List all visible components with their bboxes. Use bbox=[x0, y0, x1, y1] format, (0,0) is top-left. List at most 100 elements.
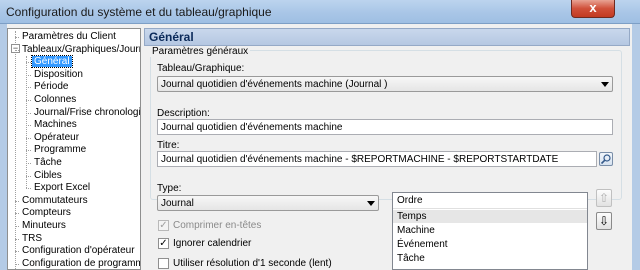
tree-item-label: Export Excel bbox=[34, 182, 91, 194]
tree-connector bbox=[26, 56, 27, 188]
arrow-down-icon: ⇩ bbox=[598, 214, 610, 228]
tree-item[interactable]: Tableaux/Graphiques/Journa bbox=[15, 43, 141, 56]
tree-item-label: Journal/Frise chronologic bbox=[34, 106, 141, 118]
tree-item-label: Programme bbox=[34, 144, 87, 156]
tree-connector bbox=[15, 226, 19, 227]
close-button[interactable]: x bbox=[571, 0, 615, 18]
tree-connector bbox=[15, 213, 19, 215]
type-label: Type: bbox=[157, 183, 182, 194]
tree-connector bbox=[26, 74, 31, 76]
collapse-icon[interactable]: − bbox=[11, 44, 20, 53]
tree-connector bbox=[15, 263, 19, 265]
settings-panel: Général Paramètres généraux Tableau/Grap… bbox=[144, 28, 630, 270]
compress-headers-checkbox[interactable]: ✓ bbox=[158, 220, 169, 231]
ignore-calendar-checkbox[interactable]: ✓ bbox=[158, 238, 169, 249]
tree-item[interactable]: Configuration d'opérateur bbox=[15, 245, 137, 257]
ignore-calendar-label: Ignorer calendrier bbox=[173, 238, 252, 249]
panel-title: Général bbox=[149, 30, 194, 44]
tree-item[interactable]: Paramètres du Client bbox=[15, 31, 118, 43]
title-label: Titre: bbox=[157, 140, 180, 151]
tree-item-label: Général bbox=[31, 55, 73, 69]
tree-connector bbox=[26, 150, 31, 152]
tree-item-label: Tâche bbox=[34, 157, 62, 168]
search-icon bbox=[600, 154, 611, 165]
tree-item-label: Configuration de programme bbox=[22, 257, 141, 269]
tree-item-label: Tableaux/Graphiques/Journa bbox=[22, 43, 141, 55]
move-up-button[interactable]: ⇧ bbox=[596, 189, 612, 207]
title-bar: Configuration du système et du tableau/g… bbox=[0, 0, 640, 24]
window-frame-left bbox=[0, 24, 7, 270]
window-title: Configuration du système et du tableau/g… bbox=[6, 5, 272, 19]
list-item[interactable]: Tâche bbox=[393, 252, 587, 265]
tree-item-label: Colonnes bbox=[34, 94, 77, 105]
tree-item[interactable]: TRS bbox=[15, 232, 44, 245]
tree-item-label: Configuration d'opérateur bbox=[22, 245, 135, 257]
compress-headers-label: Comprimer en-têtes bbox=[173, 220, 262, 231]
description-value: Journal quotidien d'événements machine bbox=[161, 122, 343, 133]
tree-item[interactable]: Période bbox=[26, 81, 70, 93]
tree-item[interactable]: Tâche bbox=[26, 157, 64, 169]
tree-item-label: Machines bbox=[34, 119, 77, 131]
chart-select-value: Journal quotidien d'événements machine (… bbox=[161, 79, 388, 90]
type-select[interactable]: Journal bbox=[157, 195, 379, 211]
tree-connector bbox=[26, 125, 31, 127]
tree-item[interactable]: Export Excel bbox=[26, 182, 92, 194]
one-second-resolution-checkbox[interactable] bbox=[158, 258, 169, 269]
title-value: Journal quotidien d'événements machine -… bbox=[161, 154, 559, 165]
tree-item-label: Paramètres du Client bbox=[22, 31, 116, 42]
title-field[interactable]: Journal quotidien d'événements machine -… bbox=[157, 151, 597, 167]
tree-item[interactable]: Opérateur bbox=[26, 131, 81, 144]
description-field[interactable]: Journal quotidien d'événements machine bbox=[157, 119, 613, 135]
tree-item-label: Opérateur bbox=[34, 131, 80, 143]
tree-connector bbox=[26, 62, 31, 64]
tree-item[interactable]: Machines bbox=[26, 119, 79, 131]
title-picker-button[interactable] bbox=[599, 152, 613, 166]
tree-connector bbox=[26, 163, 31, 164]
list-item[interactable]: Temps bbox=[393, 210, 587, 223]
group-title: Paramètres généraux bbox=[150, 46, 251, 57]
tree-connector bbox=[26, 100, 31, 101]
tree-item-label: Cibles bbox=[34, 169, 62, 181]
order-list[interactable]: Ordre Temps Machine Événement Tâche bbox=[392, 192, 588, 270]
tree-item[interactable]: Commutateurs bbox=[15, 194, 90, 207]
tree-item[interactable]: Compteurs bbox=[15, 207, 73, 219]
arrow-up-icon: ⇧ bbox=[598, 191, 610, 205]
tree-connector bbox=[15, 251, 19, 253]
settings-tree[interactable]: − Paramètres du Client Tableaux/Graphique… bbox=[7, 28, 141, 270]
close-icon: x bbox=[589, 0, 597, 15]
tree-item[interactable]: Configuration de programme bbox=[15, 257, 141, 269]
tree-connector bbox=[15, 37, 19, 38]
tree-item-label: Minuteurs bbox=[22, 220, 66, 231]
one-second-resolution-label: Utiliser résolution d'1 seconde (lent) bbox=[173, 258, 332, 269]
tree-connector bbox=[26, 175, 31, 177]
tree-item[interactable]: Colonnes bbox=[26, 94, 78, 106]
tree-connector bbox=[26, 112, 31, 114]
chart-label: Tableau/Graphique: bbox=[157, 63, 245, 74]
tree-item-label: Commutateurs bbox=[22, 194, 88, 206]
tree-connector bbox=[15, 238, 19, 240]
chevron-down-icon bbox=[367, 201, 375, 206]
tree-connector bbox=[15, 31, 16, 269]
tree-connector bbox=[26, 188, 31, 190]
order-list-header: Ordre bbox=[393, 193, 587, 209]
description-label: Description: bbox=[157, 108, 210, 119]
chart-select[interactable]: Journal quotidien d'événements machine (… bbox=[157, 76, 613, 92]
tree-item[interactable]: Minuteurs bbox=[15, 220, 68, 232]
tree-connector bbox=[15, 49, 19, 51]
tree-connector bbox=[26, 87, 31, 89]
tree-item-label: Disposition bbox=[34, 68, 83, 80]
list-item[interactable]: Événement bbox=[393, 238, 587, 251]
panel-header: Général bbox=[144, 28, 630, 46]
move-down-button[interactable]: ⇩ bbox=[596, 212, 612, 230]
tree-item[interactable]: Journal/Frise chronologic bbox=[26, 106, 141, 119]
type-select-value: Journal bbox=[161, 198, 194, 209]
tree-item-label: Période bbox=[34, 81, 69, 93]
window-frame-right bbox=[632, 24, 640, 270]
chevron-down-icon bbox=[601, 82, 609, 87]
tree-item[interactable]: Général bbox=[26, 55, 73, 69]
list-item[interactable]: Machine bbox=[393, 224, 587, 237]
tree-item-label: TRS bbox=[22, 232, 42, 244]
tree-item[interactable]: Disposition bbox=[26, 68, 85, 81]
tree-item[interactable]: Programme bbox=[26, 144, 88, 156]
tree-item[interactable]: Cibles bbox=[26, 169, 64, 182]
